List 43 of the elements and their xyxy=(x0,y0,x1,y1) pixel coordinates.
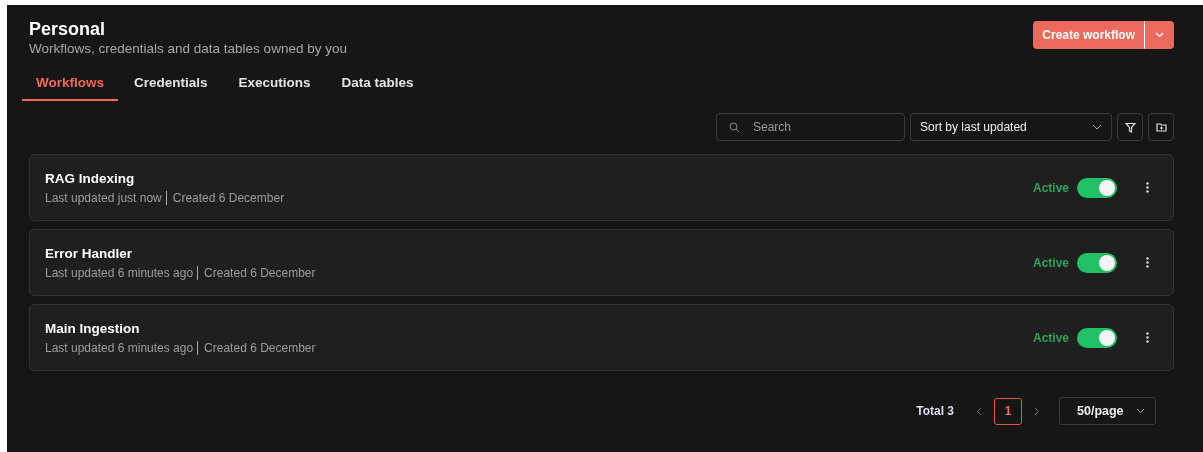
page-title: Personal xyxy=(29,19,107,39)
created-date-text: Created 6 December xyxy=(204,340,316,355)
last-updated-text: Last updated 6 minutes ago xyxy=(45,340,194,355)
last-updated-text: Last updated 6 minutes ago xyxy=(45,265,194,280)
workflow-name: Main Ingestion xyxy=(45,320,141,336)
tab[interactable]: Workflows xyxy=(22,69,118,101)
created-date-text: Created 6 December xyxy=(204,265,316,280)
filter-icon xyxy=(1124,121,1136,133)
workflow-card[interactable]: Error Handler Last updated 6 minutes ago Created 6 December Active xyxy=(29,229,1174,296)
status-label: Active xyxy=(1032,255,1069,270)
page-number-button[interactable]: 1 xyxy=(994,397,1022,425)
workflow-name: Error Handler xyxy=(45,245,134,261)
dropdown-button[interactable] xyxy=(1144,21,1174,49)
chevron-down-icon xyxy=(1092,124,1102,130)
folder-plus-icon xyxy=(1155,122,1167,132)
sort-dropdown[interactable]: Sort by last updated xyxy=(910,113,1112,141)
active-toggle[interactable] xyxy=(1077,177,1117,198)
last-updated-text: Last updated just now xyxy=(45,190,162,205)
workflow-name: RAG Indexing xyxy=(45,170,136,186)
tab[interactable]: Data tables xyxy=(341,69,414,101)
search-field[interactable]: Search xyxy=(716,113,905,141)
tab[interactable]: Executions xyxy=(238,69,311,101)
new-folder-button[interactable] xyxy=(1148,113,1174,141)
created-date-text: Created 6 December xyxy=(172,190,285,205)
chevron-left-icon xyxy=(976,406,982,416)
tab[interactable]: Credentials xyxy=(134,69,208,101)
page-size-dropdown[interactable]: 50/page xyxy=(1059,397,1156,425)
filter-button[interactable] xyxy=(1117,113,1143,141)
page-subtitle: Workflows, credentials and data tables owned by you xyxy=(29,41,347,56)
total-count: Total 3 xyxy=(916,404,954,418)
vertical-dots-icon xyxy=(1146,182,1149,193)
search-icon xyxy=(729,122,740,133)
chevron-down-icon xyxy=(1155,32,1164,38)
workflow-card[interactable]: Main Ingestion Last updated 6 minutes ago Created 6 December Active xyxy=(29,304,1174,371)
vertical-dots-icon xyxy=(1146,332,1149,343)
workflow-card[interactable]: RAG Indexing Last updated just now Created 6 December Active xyxy=(29,154,1174,221)
active-toggle[interactable] xyxy=(1077,252,1117,273)
status-label: Active xyxy=(1032,330,1069,345)
status-label: Active xyxy=(1032,180,1069,195)
chevron-right-icon xyxy=(1034,406,1040,416)
vertical-dots-icon xyxy=(1146,257,1149,268)
chevron-down-icon xyxy=(1136,408,1145,414)
active-toggle[interactable] xyxy=(1077,327,1117,348)
